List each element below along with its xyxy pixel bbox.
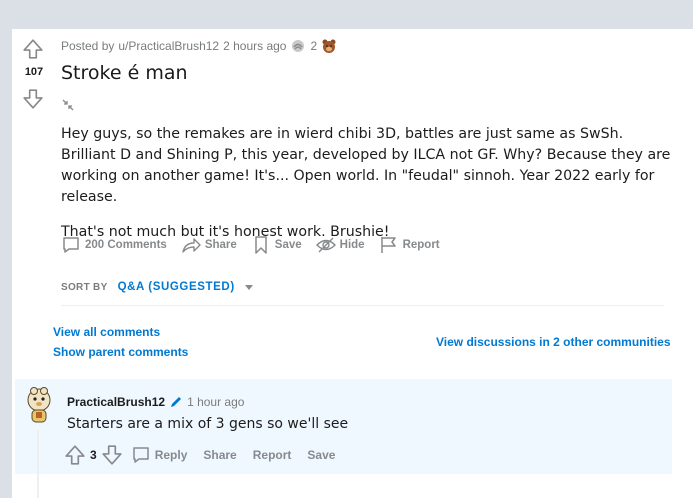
comment-save-button[interactable]: Save xyxy=(307,448,335,462)
caret-down-icon xyxy=(244,285,253,290)
comment-score: 3 xyxy=(90,448,97,462)
posted-by-label: Posted by xyxy=(61,39,115,53)
comment-report-button[interactable]: Report xyxy=(253,448,292,462)
comment-header: PracticalBrush12 1 hour ago xyxy=(67,395,244,409)
bookmark-icon xyxy=(255,236,267,254)
upvote-icon[interactable] xyxy=(22,38,44,60)
comment-time[interactable]: 1 hour ago xyxy=(187,395,244,409)
post-meta: Posted by u/PracticalBrush12 2 hours ago… xyxy=(61,38,337,54)
hide-label: Hide xyxy=(339,239,365,251)
comment-thread-line[interactable] xyxy=(37,430,39,498)
comment-share-button[interactable]: Share xyxy=(203,448,236,462)
award-count: 2 xyxy=(310,39,318,53)
report-button[interactable]: Report xyxy=(379,235,440,255)
view-all-comments-link[interactable]: View all comments xyxy=(53,325,160,339)
post-author-link[interactable]: u/PracticalBrush12 xyxy=(118,39,219,53)
upvote-icon[interactable] xyxy=(64,444,86,466)
award-hands-icon[interactable] xyxy=(290,38,306,54)
save-label: Save xyxy=(274,239,302,251)
flag-icon xyxy=(380,237,396,253)
share-icon xyxy=(182,238,201,253)
share-button[interactable]: Share xyxy=(181,235,237,255)
sort-by-label: SORT BY xyxy=(61,281,108,293)
sort-value: Q&A (SUGGESTED) xyxy=(117,281,235,293)
show-parent-comments-link[interactable]: Show parent comments xyxy=(53,345,188,359)
post-body-paragraph: Hey guys, so the remakes are in wierd ch… xyxy=(61,126,671,205)
downvote-icon[interactable] xyxy=(101,444,123,466)
hide-eye-icon xyxy=(315,237,336,253)
other-communities-link[interactable]: View discussions in 2 other communities xyxy=(436,335,671,349)
avatar[interactable] xyxy=(24,385,54,425)
comments-count-label: 200 Comments xyxy=(85,239,167,251)
divider xyxy=(61,305,664,306)
comment-sort-bar: SORT BY Q&A (SUGGESTED) xyxy=(61,281,255,293)
post-title[interactable]: Stroke é man xyxy=(61,62,188,84)
post-vote-column: 107 xyxy=(12,38,56,118)
comment-icon xyxy=(132,447,149,463)
sort-dropdown[interactable]: Q&A (SUGGESTED) xyxy=(118,281,255,293)
comment-text: Starters are a mix of 3 gens so we'll se… xyxy=(67,416,349,432)
collapse-icon[interactable] xyxy=(61,98,75,112)
share-label: Share xyxy=(204,239,237,251)
post-score: 107 xyxy=(24,66,44,78)
reply-label: Reply xyxy=(154,448,188,462)
downvote-icon[interactable] xyxy=(22,88,44,110)
post-time[interactable]: 2 hours ago xyxy=(223,39,286,53)
comment-actions-bar: 3 Reply Share Report Save xyxy=(64,444,351,466)
save-button[interactable]: Save xyxy=(251,235,302,255)
hide-button[interactable]: Hide xyxy=(315,235,365,255)
comment-author[interactable]: PracticalBrush12 xyxy=(67,395,165,409)
post-actions-bar: 200 Comments Share Save Hide Report xyxy=(61,233,454,257)
report-label: Report xyxy=(402,239,440,251)
comments-button[interactable]: 200 Comments xyxy=(61,235,167,255)
reply-button[interactable]: Reply xyxy=(131,445,188,465)
comment-icon xyxy=(63,237,79,253)
pencil-icon xyxy=(171,397,182,407)
award-bear-icon[interactable] xyxy=(321,38,337,54)
